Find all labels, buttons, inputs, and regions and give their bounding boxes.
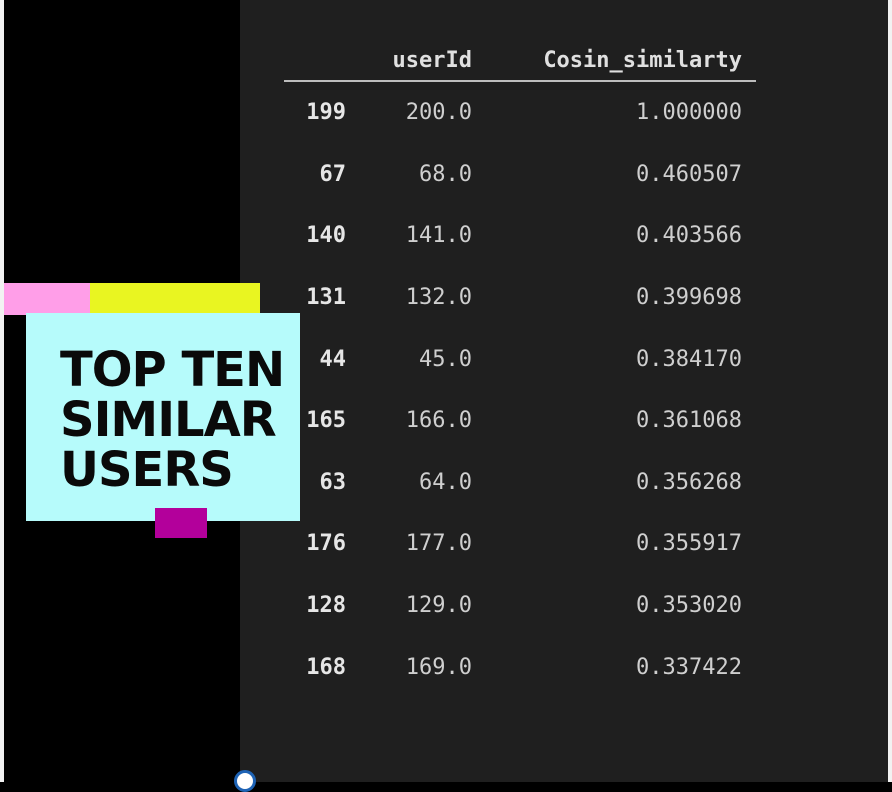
dataframe-output-panel: userId Cosin_similarty 199 200.0 1.00000…: [240, 0, 888, 782]
row-index: 199: [306, 100, 346, 126]
row-cosine: 0.403566: [636, 223, 742, 249]
row-index: 128: [306, 593, 346, 619]
table-row: 168 169.0 0.337422: [284, 636, 756, 698]
index-header: [284, 40, 346, 82]
row-userid: 169.0: [405, 654, 472, 680]
table-row: 176 177.0 0.355917: [284, 513, 756, 575]
table-row: 199 200.0 1.000000: [284, 81, 756, 144]
row-index: 67: [319, 161, 347, 187]
note-title-line: USERS: [60, 442, 234, 498]
row-userid: 129.0: [405, 593, 472, 619]
row-cosine: 0.460507: [636, 161, 742, 187]
note-tab-pink: [4, 283, 90, 315]
cosine-similarity-header: Cosin_similarty: [472, 40, 756, 82]
table-row: 67 68.0 0.460507: [284, 144, 756, 206]
note-title-line: TOP TEN: [60, 342, 285, 398]
row-userid: 166.0: [405, 408, 472, 434]
note-title-line: SIMILAR: [60, 392, 277, 448]
cursor-handle-icon[interactable]: [234, 770, 256, 792]
table-row: 44 45.0 0.384170: [284, 328, 756, 390]
sticky-note: TOP TEN SIMILAR USERS: [26, 313, 300, 521]
table-row: 131 132.0 0.399698: [284, 267, 756, 329]
row-userid: 45.0: [419, 346, 472, 372]
row-index: 168: [306, 654, 346, 680]
row-userid: 68.0: [419, 161, 472, 187]
userid-header: userId: [346, 40, 472, 82]
row-cosine: 0.399698: [636, 285, 742, 311]
table-row: 140 141.0 0.403566: [284, 205, 756, 267]
row-cosine: 1.000000: [636, 100, 742, 126]
row-userid: 200.0: [405, 100, 472, 126]
table-row: 128 129.0 0.353020: [284, 575, 756, 637]
table-row: 165 166.0 0.361068: [284, 390, 756, 452]
table-row: 63 64.0 0.356268: [284, 452, 756, 514]
row-index: 140: [306, 223, 346, 249]
row-userid: 177.0: [405, 531, 472, 557]
note-tab-yellow: [90, 283, 260, 315]
right-border: [888, 0, 892, 782]
note-title: TOP TEN SIMILAR USERS: [60, 345, 300, 495]
row-userid: 64.0: [419, 469, 472, 495]
dataframe-table: userId Cosin_similarty 199 200.0 1.00000…: [284, 40, 756, 698]
row-cosine: 0.361068: [636, 408, 742, 434]
row-cosine: 0.356268: [636, 469, 742, 495]
row-cosine: 0.337422: [636, 654, 742, 680]
row-cosine: 0.355917: [636, 531, 742, 557]
row-cosine: 0.384170: [636, 346, 742, 372]
row-userid: 141.0: [405, 223, 472, 249]
table-header-row: userId Cosin_similarty: [284, 40, 756, 82]
row-cosine: 0.353020: [636, 593, 742, 619]
row-index: 176: [306, 531, 346, 557]
note-tab-magenta: [155, 508, 207, 538]
row-userid: 132.0: [405, 285, 472, 311]
